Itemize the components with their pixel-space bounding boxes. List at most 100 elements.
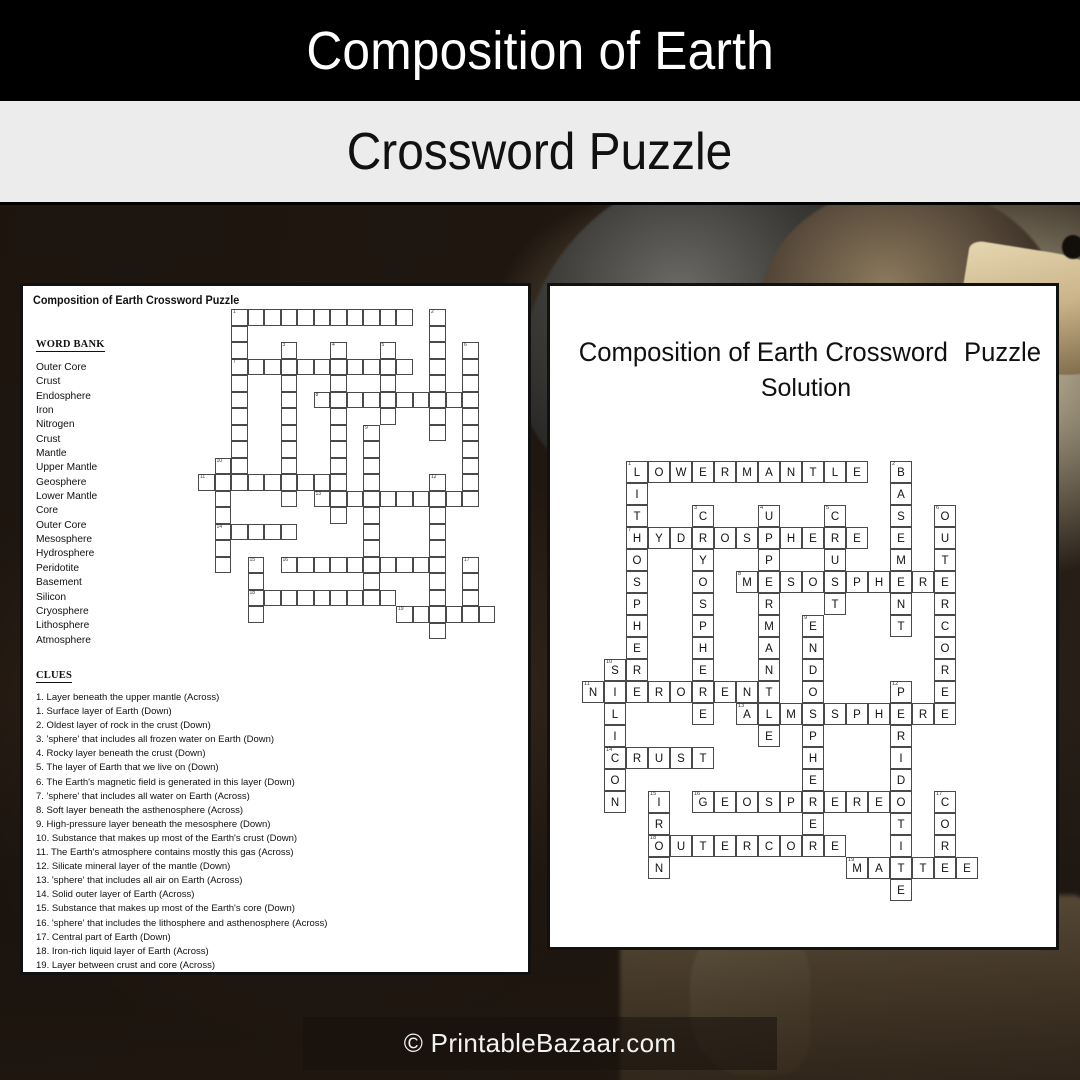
crossword-cell[interactable]: U — [264, 589, 281, 606]
crossword-cell[interactable]: E — [330, 507, 347, 524]
crossword-cell[interactable]: I — [214, 474, 231, 491]
crossword-cell[interactable]: L — [379, 309, 396, 326]
crossword-cell[interactable]: E — [478, 606, 495, 623]
crossword-cell[interactable]: C — [330, 589, 347, 606]
crossword-cell[interactable]: N — [247, 606, 264, 623]
crossword-cell[interactable]: O — [462, 441, 479, 458]
crossword-cell[interactable]: T — [280, 523, 297, 540]
crossword-cell[interactable]: R — [429, 507, 446, 524]
crossword-cell[interactable]: D — [429, 540, 446, 557]
crossword-cell[interactable]: S — [429, 342, 446, 359]
crossword-cell[interactable]: H — [363, 523, 380, 540]
crossword-cell[interactable]: M — [313, 309, 330, 326]
crossword-cell[interactable]: 2B — [429, 309, 446, 326]
crossword-cell[interactable]: P — [280, 424, 297, 441]
crossword-cell[interactable]: 7H — [231, 358, 248, 375]
puzzle-grid[interactable]: 1LOWERMANTLEIT7HOSPHERE2BASEMENT3CRYOSPH… — [198, 309, 495, 639]
crossword-cell[interactable]: A — [429, 325, 446, 342]
crossword-cell[interactable]: R — [247, 573, 264, 590]
crossword-cell[interactable]: E — [363, 573, 380, 590]
crossword-cell[interactable]: 18O — [247, 589, 264, 606]
crossword-cell[interactable]: 11N — [198, 474, 215, 491]
crossword-cell[interactable]: 9E — [363, 424, 380, 441]
crossword-cell[interactable]: E — [396, 309, 413, 326]
crossword-cell[interactable]: R — [462, 408, 479, 425]
crossword-cell[interactable]: E — [280, 490, 297, 507]
crossword-cell[interactable]: M — [330, 424, 347, 441]
crossword-cell[interactable]: R — [313, 589, 330, 606]
crossword-cell[interactable]: R — [445, 490, 462, 507]
crossword-cell[interactable]: E — [462, 391, 479, 408]
crossword-cell[interactable]: M — [429, 375, 446, 392]
crossword-cell[interactable]: P — [396, 391, 413, 408]
crossword-cell[interactable]: H — [280, 441, 297, 458]
crossword-cell[interactable]: T — [379, 408, 396, 425]
crossword-cell[interactable]: 4U — [330, 342, 347, 359]
crossword-cell[interactable]: P — [396, 490, 413, 507]
crossword-cell[interactable]: H — [412, 490, 429, 507]
crossword-cell[interactable]: E — [363, 358, 380, 375]
crossword-cell[interactable]: E — [297, 589, 314, 606]
crossword-cell[interactable]: R — [280, 474, 297, 491]
crossword-cell[interactable]: S — [379, 391, 396, 408]
crossword-cell[interactable]: O — [313, 556, 330, 573]
crossword-cell[interactable]: N — [214, 556, 231, 573]
crossword-cell[interactable]: 14C — [214, 523, 231, 540]
crossword-cell[interactable]: E — [429, 490, 446, 507]
crossword-cell[interactable]: T — [231, 342, 248, 359]
crossword-cell[interactable]: E — [462, 474, 479, 491]
crossword-cell[interactable]: D — [264, 358, 281, 375]
crossword-cell[interactable]: 12P — [429, 474, 446, 491]
crossword-cell[interactable]: R — [363, 589, 380, 606]
crossword-cell[interactable]: E — [462, 490, 479, 507]
crossword-cell[interactable]: S — [346, 391, 363, 408]
crossword-cell[interactable]: C — [462, 424, 479, 441]
crossword-cell[interactable]: A — [330, 309, 347, 326]
crossword-cell[interactable]: P — [346, 556, 363, 573]
crossword-cell[interactable]: P — [330, 358, 347, 375]
crossword-cell[interactable]: R — [280, 358, 297, 375]
crossword-cell[interactable]: R — [396, 556, 413, 573]
crossword-cell[interactable]: R — [297, 309, 314, 326]
crossword-cell[interactable]: 16G — [280, 556, 297, 573]
crossword-cell[interactable]: R — [330, 408, 347, 425]
crossword-cell[interactable]: 6O — [462, 342, 479, 359]
crossword-cell[interactable]: 15I — [247, 556, 264, 573]
crossword-cell[interactable]: T — [445, 606, 462, 623]
crossword-cell[interactable]: 8M — [313, 391, 330, 408]
crossword-cell[interactable]: I — [214, 507, 231, 524]
crossword-cell[interactable]: O — [231, 375, 248, 392]
crossword-cell[interactable]: E — [379, 556, 396, 573]
crossword-cell[interactable]: R — [462, 457, 479, 474]
crossword-cell[interactable]: E — [429, 358, 446, 375]
crossword-cell[interactable]: N — [346, 309, 363, 326]
crossword-cell[interactable]: E — [231, 474, 248, 491]
crossword-cell[interactable]: E — [412, 556, 429, 573]
crossword-cell[interactable]: S — [313, 358, 330, 375]
crossword-cell[interactable]: E — [280, 457, 297, 474]
crossword-cell[interactable]: 1L — [231, 309, 248, 326]
crossword-cell[interactable]: R — [363, 556, 380, 573]
crossword-cell[interactable]: E — [363, 540, 380, 557]
crossword-cell[interactable]: U — [462, 358, 479, 375]
crossword-cell[interactable]: Y — [280, 375, 297, 392]
crossword-cell[interactable]: O — [363, 391, 380, 408]
crossword-cell[interactable]: A — [330, 441, 347, 458]
crossword-cell[interactable]: 17C — [462, 556, 479, 573]
crossword-cell[interactable]: S — [280, 408, 297, 425]
crossword-cell[interactable]: U — [247, 523, 264, 540]
crossword-cell[interactable]: T — [280, 589, 297, 606]
crossword-cell[interactable]: E — [396, 358, 413, 375]
crossword-cell[interactable]: O — [297, 358, 314, 375]
crossword-cell[interactable]: N — [313, 474, 330, 491]
crossword-cell[interactable]: S — [330, 556, 347, 573]
crossword-cell[interactable]: S — [379, 490, 396, 507]
crossword-cell[interactable]: E — [429, 391, 446, 408]
crossword-cell[interactable]: T — [363, 309, 380, 326]
crossword-cell[interactable]: I — [429, 589, 446, 606]
crossword-cell[interactable]: R — [379, 358, 396, 375]
crossword-cell[interactable]: U — [379, 375, 396, 392]
crossword-cell[interactable]: E — [297, 556, 314, 573]
crossword-cell[interactable]: 13A — [313, 490, 330, 507]
crossword-cell[interactable]: P — [330, 375, 347, 392]
